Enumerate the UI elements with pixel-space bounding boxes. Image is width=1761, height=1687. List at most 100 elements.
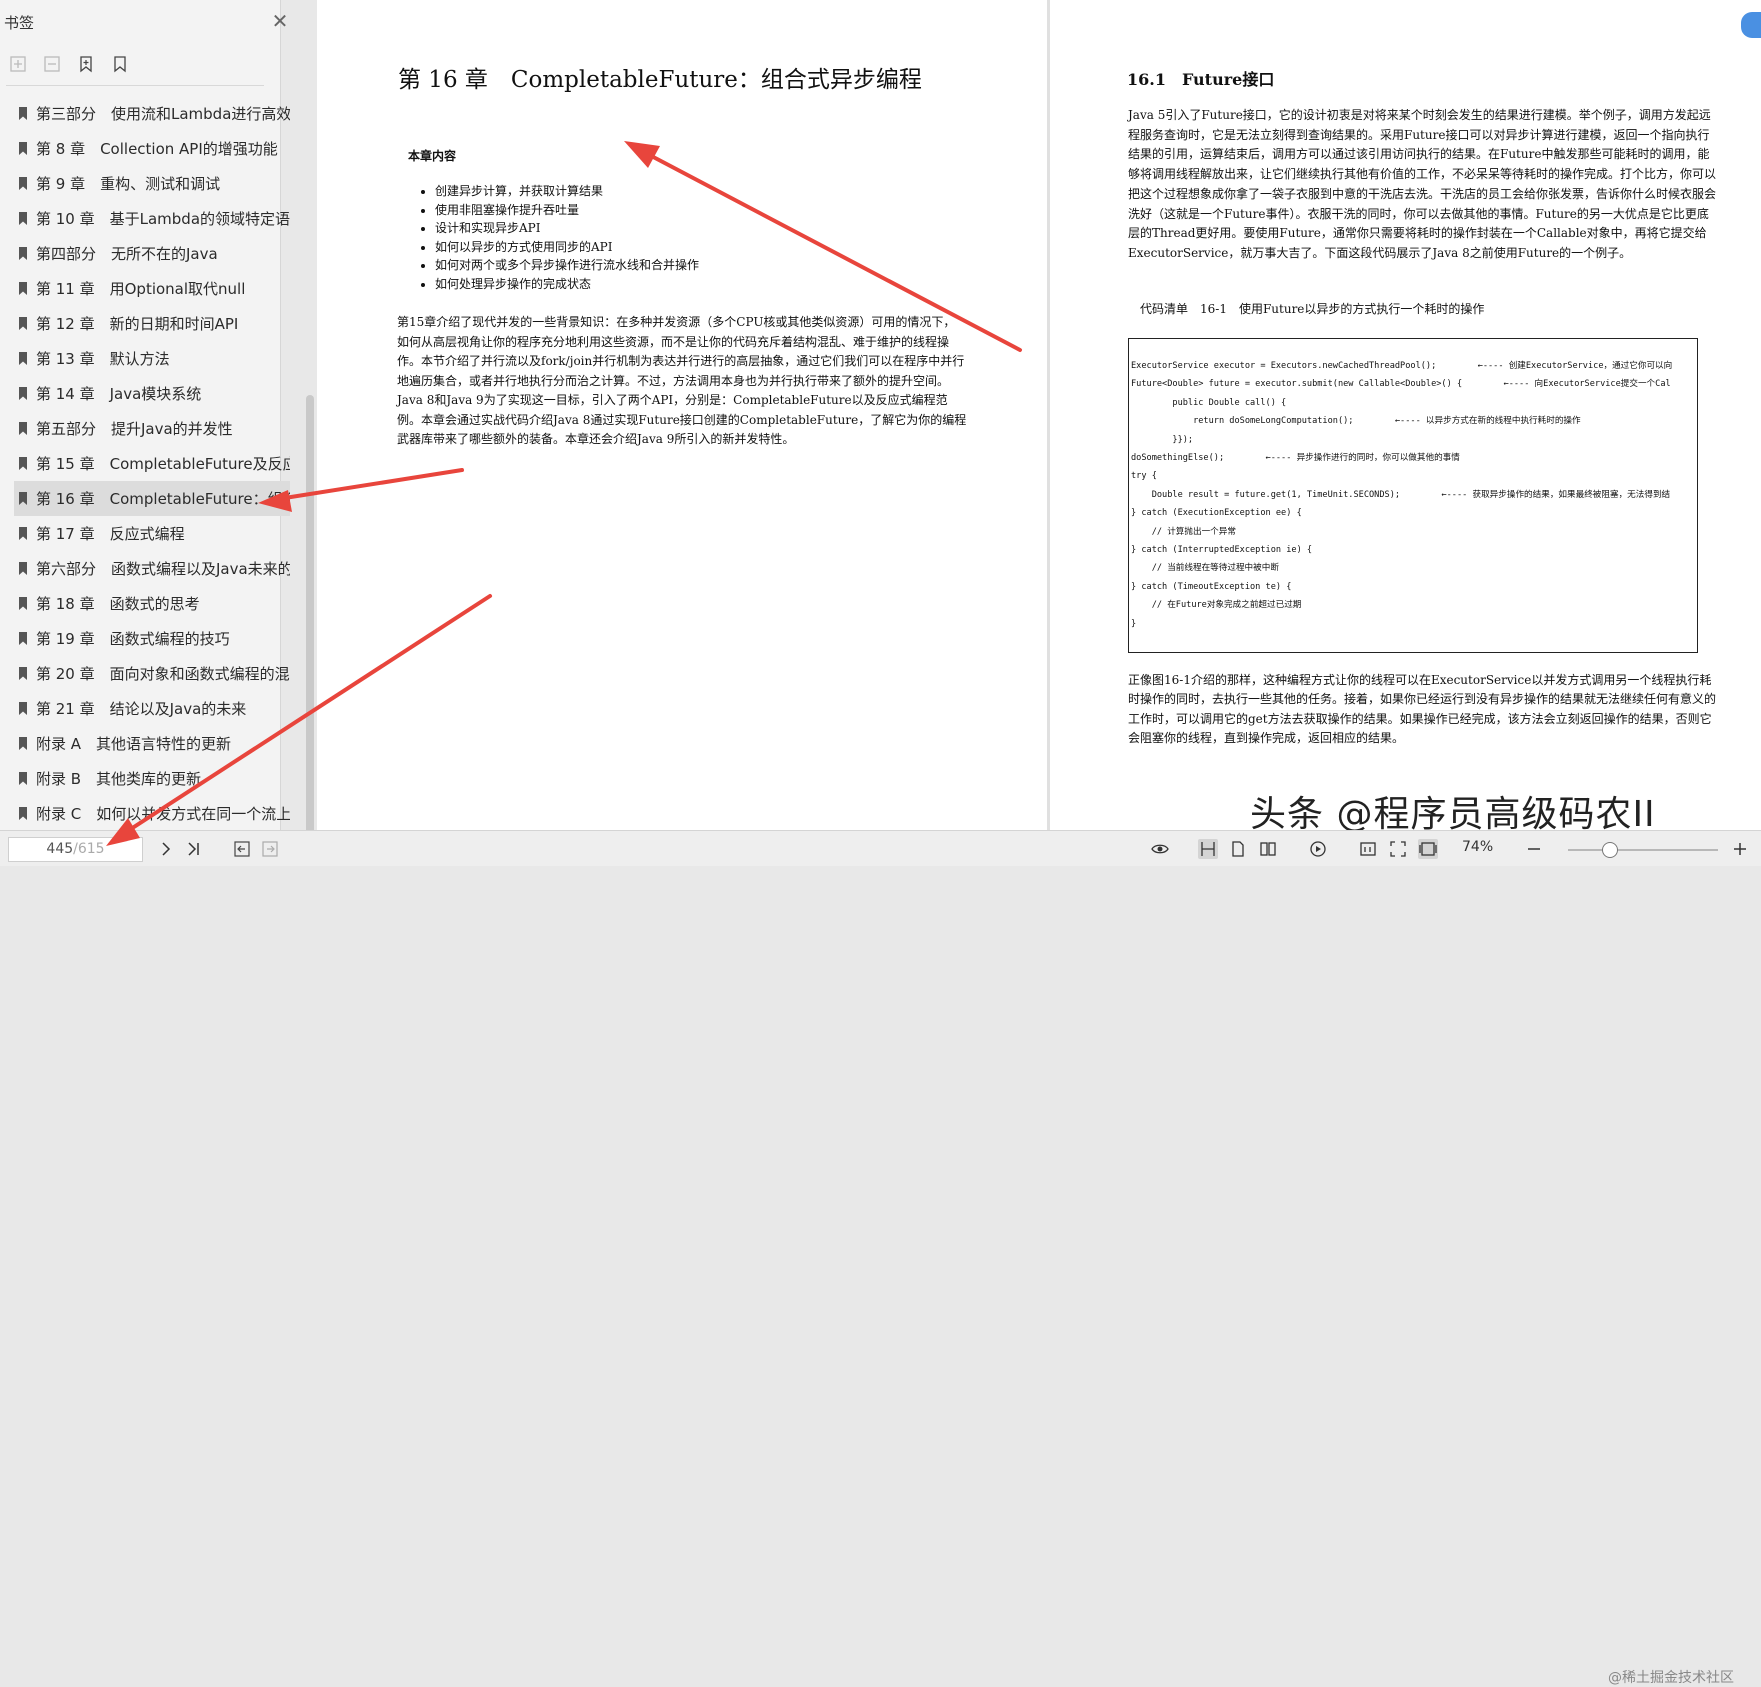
- back-icon[interactable]: [232, 839, 252, 859]
- bookmark-label: 第 15 章 CompletableFuture及反应: [36, 455, 290, 473]
- bookmark-label: 第 18 章 函数式的思考: [36, 595, 200, 613]
- bookmark-icon: [19, 142, 27, 155]
- bookmark-item[interactable]: 第 10 章 基于Lambda的领域特定语: [14, 201, 290, 236]
- bookmark-item[interactable]: 第 15 章 CompletableFuture及反应: [14, 446, 290, 481]
- bookmark-item[interactable]: 第 19 章 函数式编程的技巧: [14, 621, 290, 656]
- bookmark-item[interactable]: 第 8 章 Collection API的增强功能: [14, 131, 290, 166]
- bookmark-icon: [19, 807, 27, 820]
- bookmark-item[interactable]: 第 13 章 默认方法: [14, 341, 290, 376]
- zoom-in-icon[interactable]: [1730, 839, 1750, 859]
- bookmark-item[interactable]: 第 11 章 用Optional取代null: [14, 271, 290, 306]
- bookmark-label: 第 14 章 Java模块系统: [36, 385, 202, 403]
- bookmark-label: 附录 B 其他类库的更新: [36, 770, 202, 788]
- fit-width-icon[interactable]: [1418, 839, 1438, 859]
- zoom-slider-knob[interactable]: [1602, 842, 1618, 858]
- bookmark-icon: [19, 632, 27, 645]
- bookmark-icon: [19, 772, 27, 785]
- bookmark-label: 第 11 章 用Optional取代null: [36, 280, 246, 298]
- bookmark-icon: [19, 702, 27, 715]
- bookmark-item[interactable]: 附录 C 如何以并发方式在同一个流上: [14, 796, 290, 831]
- section-title: 16.1 Future接口: [1127, 70, 1275, 89]
- close-icon[interactable]: ✕: [270, 11, 290, 31]
- bookmark-label: 第 12 章 新的日期和时间API: [36, 315, 239, 333]
- bookmark-item[interactable]: 第 9 章 重构、测试和调试: [14, 166, 290, 201]
- bookmark-label: 第 10 章 基于Lambda的领域特定语: [36, 210, 290, 228]
- divider: [6, 85, 264, 86]
- bookmark-icon: [19, 282, 27, 295]
- status-bar: 445/615 74% @稀土掘金技术社区: [0, 830, 1761, 1686]
- two-page-icon[interactable]: [1258, 839, 1278, 859]
- code-block: ExecutorService executor = Executors.new…: [1131, 361, 1673, 629]
- bookmark-icon[interactable]: [110, 54, 130, 74]
- bookmark-label: 第 9 章 重构、测试和调试: [36, 175, 221, 193]
- bookmark-label: 第四部分 无所不在的Java: [36, 245, 218, 263]
- play-icon[interactable]: [1308, 839, 1328, 859]
- chapter-title: 第 16 章 CompletableFuture：组合式异步编程: [398, 67, 922, 93]
- bookmark-label: 附录 C 如何以并发方式在同一个流上: [36, 805, 290, 823]
- bookmark-item[interactable]: 第 18 章 函数式的思考: [14, 586, 290, 621]
- bookmark-icon: [19, 212, 27, 225]
- intro-paragraph: 第15章介绍了现代并发的一些背景知识：在多种并发资源（多个CPU核或其他类似资源…: [397, 315, 967, 446]
- eye-icon[interactable]: [1150, 839, 1170, 859]
- bookmark-label: 第六部分 函数式编程以及Java未来的: [36, 560, 290, 578]
- bookmark-icon: [19, 597, 27, 610]
- bookmark-item[interactable]: 第四部分 无所不在的Java: [14, 236, 290, 271]
- bookmark-item[interactable]: 第三部分 使用流和Lambda进行高效: [14, 96, 290, 131]
- bookmark-label: 第五部分 提升Java的并发性: [36, 420, 233, 438]
- bookmark-list: 第三部分 使用流和Lambda进行高效第 8 章 Collection API的…: [14, 96, 290, 831]
- bookmark-item[interactable]: 第五部分 提升Java的并发性: [14, 411, 290, 446]
- bookmark-icon: [19, 667, 27, 680]
- add-bookmark-icon[interactable]: [76, 54, 96, 74]
- zoom-out-icon[interactable]: [1524, 839, 1544, 859]
- bookmark-icon: [19, 387, 27, 400]
- zoom-slider[interactable]: [1568, 849, 1718, 851]
- forward-icon[interactable]: [260, 839, 280, 859]
- bookmark-label: 附录 A 其他语言特性的更新: [36, 735, 232, 753]
- goal-item: 如何对两个或多个异步操作进行流水线和合并操作: [435, 256, 995, 275]
- paragraph: Java 5引入了Future接口，它的设计初衷是对将来某个时刻会发生的结果进行…: [1128, 108, 1717, 260]
- fit-page-icon[interactable]: [1388, 839, 1408, 859]
- listing-title: 代码清单 16-1 使用Future以异步的方式执行一个耗时的操作: [1140, 302, 1485, 316]
- bookmark-item[interactable]: 附录 B 其他类库的更新: [14, 761, 290, 796]
- last-page-icon[interactable]: [184, 839, 204, 859]
- bookmark-item[interactable]: 第 17 章 反应式编程: [14, 516, 290, 551]
- bookmark-item[interactable]: 附录 A 其他语言特性的更新: [14, 726, 290, 761]
- actual-size-icon[interactable]: [1358, 839, 1378, 859]
- goal-item: 使用非阻塞操作提升吞吐量: [435, 201, 995, 220]
- sidebar-title: 书签: [4, 14, 35, 32]
- bookmark-icon: [19, 317, 27, 330]
- bookmark-icon: [19, 457, 27, 470]
- bookmark-icon: [19, 177, 27, 190]
- collapse-icon[interactable]: [42, 54, 62, 74]
- continuous-icon[interactable]: [1228, 839, 1248, 859]
- code-listing: ExecutorService executor = Executors.new…: [1128, 338, 1698, 653]
- goal-item: 设计和实现异步API: [435, 219, 995, 238]
- bookmark-item[interactable]: 第六部分 函数式编程以及Java未来的: [14, 551, 290, 586]
- single-page-icon[interactable]: [1198, 839, 1218, 859]
- bookmark-item[interactable]: 第 20 章 面向对象和函数式编程的混: [14, 656, 290, 691]
- bookmark-icon: [19, 422, 27, 435]
- bookmark-icon: [19, 527, 27, 540]
- bookmark-item[interactable]: 第 14 章 Java模块系统: [14, 376, 290, 411]
- next-page-icon[interactable]: [156, 839, 176, 859]
- zoom-level[interactable]: 74%: [1462, 839, 1493, 855]
- bookmark-sidebar: 书签 ✕ 第三部分 使用流和Lambda进行高效第 8 章 Collection…: [0, 0, 290, 830]
- page-number-input[interactable]: 445/615: [8, 837, 143, 862]
- total-pages: /615: [73, 841, 105, 857]
- goal-item: 创建异步计算，并获取计算结果: [435, 182, 995, 201]
- sidebar-scrollbar[interactable]: [306, 395, 314, 835]
- goal-item: 如何以异步的方式使用同步的API: [435, 238, 995, 257]
- assistant-icon[interactable]: [1741, 12, 1761, 38]
- bookmark-label: 第 16 章 CompletableFuture：组合: [36, 490, 290, 508]
- bookmark-icon: [19, 492, 27, 505]
- bookmark-item[interactable]: 第 16 章 CompletableFuture：组合: [14, 481, 290, 516]
- bookmark-item[interactable]: 第 12 章 新的日期和时间API: [14, 306, 290, 341]
- bookmark-item[interactable]: 第 21 章 结论以及Java的未来: [14, 691, 290, 726]
- expand-icon[interactable]: [8, 54, 28, 74]
- chapter-goals: 创建异步计算，并获取计算结果使用非阻塞操作提升吞吐量设计和实现异步API如何以异…: [417, 182, 995, 293]
- bookmark-icon: [19, 247, 27, 260]
- bookmark-icon: [19, 352, 27, 365]
- paragraph: 正像图16-1介绍的那样，这种编程方式让你的线程可以在ExecutorServi…: [1128, 673, 1717, 745]
- bookmark-icon: [19, 107, 27, 120]
- current-page: 445: [46, 841, 74, 857]
